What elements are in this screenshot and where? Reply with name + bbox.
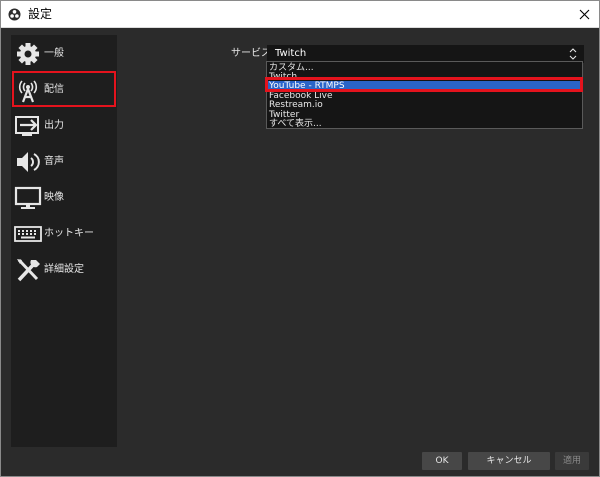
- window-title: 設定: [28, 7, 53, 21]
- sidebar-item-label: 出力: [44, 120, 64, 131]
- stream-highlight-annotation: [12, 71, 116, 107]
- keyboard-icon: [14, 226, 42, 242]
- service-dropdown-list: カスタム... Twitch YouTube - RTMPS Facebook …: [266, 61, 583, 129]
- gear-icon: [17, 43, 39, 65]
- ok-button[interactable]: OK: [422, 452, 462, 470]
- settings-sidebar: 一般 配信 出力 音声 映像 ホットキー 詳細設定: [11, 35, 117, 447]
- apply-button[interactable]: 適用: [555, 452, 589, 470]
- tools-icon: [17, 258, 40, 282]
- speaker-icon: [17, 152, 40, 172]
- close-button[interactable]: [575, 5, 593, 23]
- cancel-button[interactable]: キャンセル: [468, 452, 550, 470]
- sidebar-item-label: 一般: [44, 48, 64, 59]
- sidebar-item-hotkeys[interactable]: ホットキー: [11, 217, 117, 251]
- obs-logo-icon: [8, 8, 21, 21]
- sidebar-item-audio[interactable]: 音声: [11, 145, 117, 179]
- sidebar-item-label: ホットキー: [44, 228, 94, 239]
- monitor-icon: [14, 186, 42, 209]
- dropdown-option-restream[interactable]: Restream.io: [267, 100, 582, 110]
- settings-content: 一般 配信 出力 音声 映像 ホットキー 詳細設定 サービス Twitch カス…: [1, 28, 599, 476]
- sidebar-item-label: 詳細設定: [44, 264, 84, 275]
- dropdown-option-show-all[interactable]: すべて表示...: [267, 119, 582, 128]
- youtube-highlight-annotation: [265, 77, 583, 92]
- sidebar-item-label: 音声: [44, 156, 64, 167]
- service-select-value: Twitch: [275, 48, 307, 59]
- title-bar: 設定: [1, 1, 599, 28]
- sidebar-item-label: 映像: [44, 192, 64, 203]
- chevron-up-down-icon: [569, 48, 577, 60]
- settings-window: 設定 一般 配信 出力 音声 映像 ホットキー 詳細設定 サービス Twitch…: [0, 0, 600, 477]
- close-icon: [579, 9, 589, 19]
- sidebar-item-video[interactable]: 映像: [11, 181, 117, 215]
- output-arrow-icon: [15, 116, 39, 136]
- sidebar-item-output[interactable]: 出力: [11, 109, 117, 143]
- sidebar-item-advanced[interactable]: 詳細設定: [11, 253, 117, 287]
- sidebar-item-general[interactable]: 一般: [11, 37, 117, 71]
- service-label: サービス: [231, 48, 271, 59]
